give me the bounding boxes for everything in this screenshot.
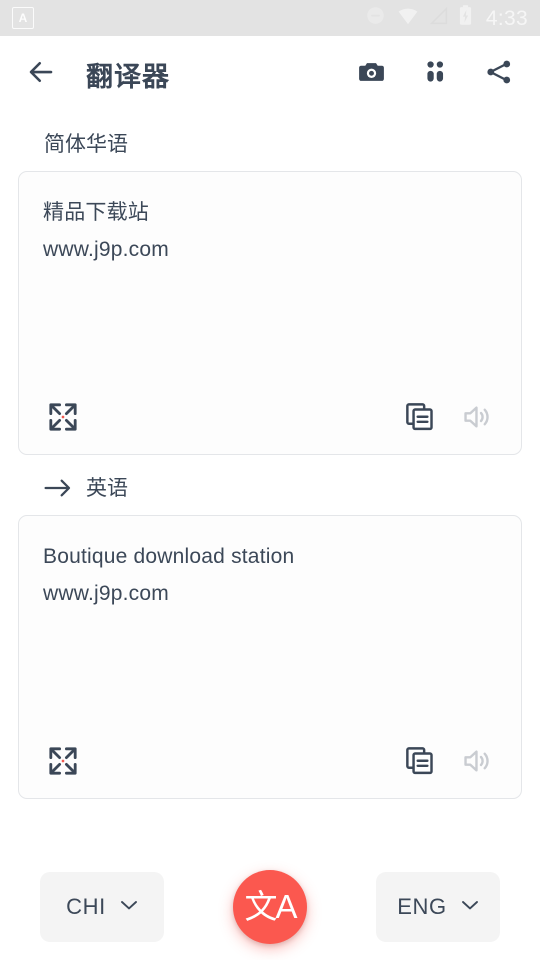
cellular-signal-icon	[429, 6, 448, 30]
back-button[interactable]	[18, 51, 64, 97]
share-button[interactable]	[480, 55, 518, 93]
chevron-down-icon	[461, 898, 479, 916]
bottom-bar: CHI 文A ENG	[0, 854, 540, 960]
source-text-card[interactable]: 精品下载站 www.j9p.com	[18, 171, 522, 455]
copy-icon	[404, 745, 435, 781]
target-expand-button[interactable]	[41, 741, 85, 785]
fullscreen-expand-icon	[46, 400, 80, 439]
target-text-line-2: www.j9p.com	[43, 582, 169, 606]
chevron-down-icon	[120, 898, 138, 916]
target-text-line-1: Boutique download station	[43, 545, 295, 568]
camera-icon	[356, 56, 387, 92]
source-copy-button[interactable]	[397, 397, 441, 441]
status-bar-right: 4:33	[365, 5, 528, 31]
notification-letter: A	[18, 11, 28, 25]
source-language-code: CHI	[66, 894, 106, 919]
do-not-disturb-icon	[365, 5, 386, 31]
app-bar-actions	[352, 55, 522, 93]
source-language-label: 简体华语	[44, 133, 128, 156]
source-speak-button[interactable]	[455, 397, 499, 441]
source-text-line-2: www.j9p.com	[43, 238, 169, 262]
battery-charging-icon	[459, 5, 472, 31]
translate-icon: 文A	[244, 887, 297, 925]
status-bar-left: A	[12, 7, 365, 29]
target-card-actions	[19, 728, 521, 798]
speaker-icon	[461, 401, 493, 438]
target-language-code: ENG	[397, 894, 447, 919]
translation-content: 简体华语 精品下载站 www.j9p.com 英语 Boutique downl…	[0, 112, 540, 799]
app-notification-icon: A	[12, 7, 34, 29]
apps-grid-button[interactable]	[416, 55, 454, 93]
apps-grid-icon	[421, 58, 449, 91]
status-bar-clock: 4:33	[485, 6, 528, 30]
fullscreen-expand-icon	[46, 744, 80, 783]
page-title: 翻译器	[86, 61, 170, 92]
source-expand-button[interactable]	[41, 397, 85, 441]
share-icon	[484, 57, 514, 92]
source-text-line-1: 精品下载站	[43, 201, 149, 224]
copy-icon	[404, 401, 435, 437]
wifi-icon	[397, 7, 419, 30]
target-language-label: 英语	[86, 476, 128, 500]
status-bar: A 4:33	[0, 0, 540, 36]
arrow-right-icon	[44, 477, 72, 499]
target-speak-button[interactable]	[455, 741, 499, 785]
source-language-selector[interactable]: CHI	[40, 872, 164, 942]
target-text-card[interactable]: Boutique download station www.j9p.com	[18, 515, 522, 799]
source-language-heading: 简体华语	[18, 112, 522, 171]
target-copy-button[interactable]	[397, 741, 441, 785]
app-bar: 翻译器	[0, 36, 540, 112]
back-arrow-icon	[26, 57, 56, 92]
target-language-selector[interactable]: ENG	[376, 872, 500, 942]
target-language-heading: 英语	[18, 455, 522, 515]
camera-button[interactable]	[352, 55, 390, 93]
translate-button[interactable]: 文A	[233, 870, 307, 944]
speaker-icon	[461, 745, 493, 782]
source-card-actions	[19, 384, 521, 454]
